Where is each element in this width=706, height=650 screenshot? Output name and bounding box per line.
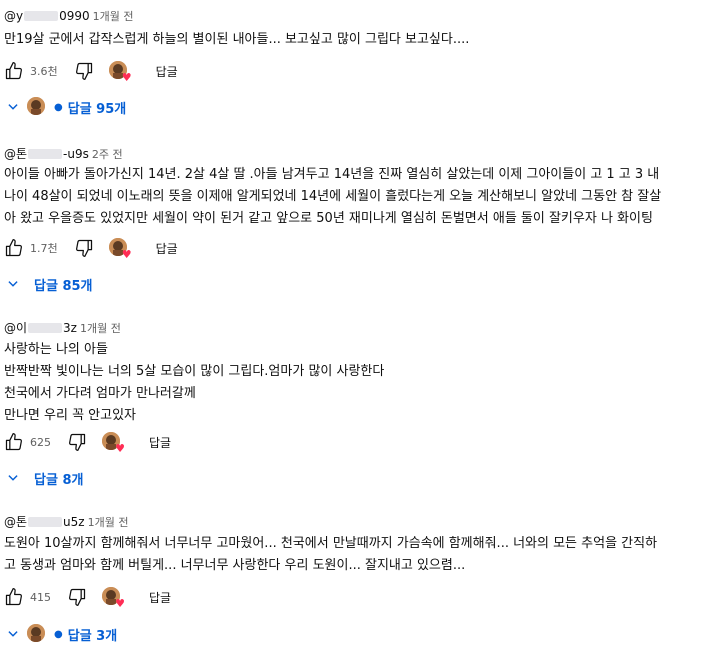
thumbs-down-icon[interactable]: [67, 432, 87, 452]
comment-time[interactable]: 1개월 전: [93, 10, 134, 23]
thumbs-up-icon[interactable]: [4, 61, 24, 81]
like-count: 625: [30, 435, 51, 449]
view-replies-button[interactable]: 답글 85개: [6, 272, 93, 296]
like-count: 1.7천: [30, 242, 58, 255]
comment-line: 사랑하는 나의 아들: [4, 342, 108, 357]
comment-line: 나이 48살이 되었네 이노래의 뜻을 이제애 알게되었네 14년에 세월이 흘…: [4, 189, 662, 204]
heart-icon: ♥: [121, 71, 132, 84]
thumbs-up-icon[interactable]: [4, 432, 24, 452]
thumbs-down-icon[interactable]: [74, 61, 94, 81]
heart-icon: ♥: [121, 248, 132, 261]
separator-dot: ●: [54, 101, 63, 113]
comment-actions: 1.7천 ♥ 답글: [4, 236, 178, 260]
redacted-name: [28, 149, 63, 159]
comment-time[interactable]: 2주 전: [92, 148, 123, 161]
author-name[interactable]: @톤 u5z: [4, 515, 85, 529]
reply-button[interactable]: 답글: [156, 63, 178, 80]
comment-line: 아이들 아빠가 돌아가신지 14년. 2살 4살 딸 .아들 남겨두고 14년을…: [4, 167, 660, 182]
heart-icon: ♥: [115, 597, 125, 610]
comment-header: @톤 -u9s 2주 전: [4, 146, 123, 163]
thumbs-up-icon[interactable]: [4, 238, 24, 258]
like-count: 415: [30, 590, 51, 604]
comment-text: 아이들 아빠가 돌아가신지 14년. 2살 4살 딸 .아들 남겨두고 14년을…: [4, 164, 700, 230]
author-name[interactable]: @톤 -u9s: [4, 147, 89, 161]
comment-line: 만19살 군에서 갑작스럽게 하늘의 별이된 내아들... 보고싶고 많이 그립…: [4, 32, 470, 47]
chevron-down-icon: [6, 277, 20, 291]
redacted-name: [24, 11, 59, 21]
reply-button[interactable]: 답글: [149, 434, 171, 451]
comment-line: 만나면 우리 꼭 안고있자: [4, 408, 136, 423]
chevron-down-icon: [6, 100, 20, 114]
thumbs-down-icon[interactable]: [67, 587, 87, 607]
comment-header: @y 0990 1개월 전: [4, 8, 134, 25]
reply-creator-avatar: [26, 623, 48, 645]
comment-text: 도원아 10살까지 함께해줘서 너무너무 고마웠어... 천국에서 만날때까지 …: [4, 533, 700, 577]
comment-header: @이 3z 1개월 전: [4, 320, 121, 337]
chevron-down-icon: [6, 627, 20, 641]
view-replies-button[interactable]: 답글 8개: [6, 466, 83, 490]
replies-count: 답글 3개: [67, 628, 118, 644]
comment-line: 반짝반짝 빛이나는 너의 5살 모습이 많이 그립다.엄마가 많이 사랑한다: [4, 364, 385, 379]
comment-line: 천국에서 가다려 엄마가 만나러갈께: [4, 386, 196, 401]
chevron-down-icon: [6, 471, 20, 485]
replies-count: 답글 8개: [34, 472, 84, 488]
comment-header: @톤 u5z 1개월 전: [4, 514, 128, 531]
view-replies-button[interactable]: ● 답글 95개: [6, 95, 126, 119]
separator-dot: ●: [54, 628, 63, 640]
avatar: [27, 624, 45, 642]
comment-text: 만19살 군에서 갑작스럽게 하늘의 별이된 내아들... 보고싶고 많이 그립…: [4, 29, 700, 51]
comment-line: 아 왔고 우을증도 있었지만 세월이 약이 된거 같고 앞으로 50년 재미나게…: [4, 211, 653, 226]
thumbs-down-icon[interactable]: [74, 238, 94, 258]
creator-heart-avatar: ♥: [101, 586, 125, 610]
replies-count: 답글 85개: [34, 278, 93, 294]
comment-line: 도원아 10살까지 함께해줘서 너무너무 고마웠어... 천국에서 만날때까지 …: [4, 536, 658, 551]
author-name[interactable]: @y 0990: [4, 9, 90, 23]
replies-count: 답글 95개: [67, 101, 127, 117]
reply-creator-avatar: [26, 96, 48, 118]
comment-actions: 3.6천 ♥ 답글: [4, 59, 178, 83]
creator-heart-avatar: ♥: [101, 431, 125, 455]
redacted-name: [28, 517, 63, 527]
view-replies-button[interactable]: ● 답글 3개: [6, 622, 117, 646]
comment-time[interactable]: 1개월 전: [88, 516, 129, 529]
thumbs-up-icon[interactable]: [4, 587, 24, 607]
author-name[interactable]: @이 3z: [4, 321, 77, 335]
reply-button[interactable]: 답글: [149, 589, 171, 606]
like-count: 3.6천: [30, 65, 58, 78]
comment-time[interactable]: 1개월 전: [80, 322, 121, 335]
reply-button[interactable]: 답글: [156, 240, 178, 257]
comment-actions: 625 ♥ 답글: [4, 430, 171, 454]
redacted-name: [28, 323, 63, 333]
heart-icon: ♥: [115, 442, 125, 455]
comment-actions: 415 ♥ 답글: [4, 585, 171, 609]
avatar: [27, 97, 45, 115]
comment-line: 고 동생과 엄마와 함께 버틸게... 너무너무 사랑한다 우리 도원이... …: [4, 558, 466, 573]
creator-heart-avatar: ♥: [108, 237, 132, 261]
comment-text: 사랑하는 나의 아들 반짝반짝 빛이나는 너의 5살 모습이 많이 그립다.엄마…: [4, 339, 700, 427]
creator-heart-avatar: ♥: [108, 60, 132, 84]
